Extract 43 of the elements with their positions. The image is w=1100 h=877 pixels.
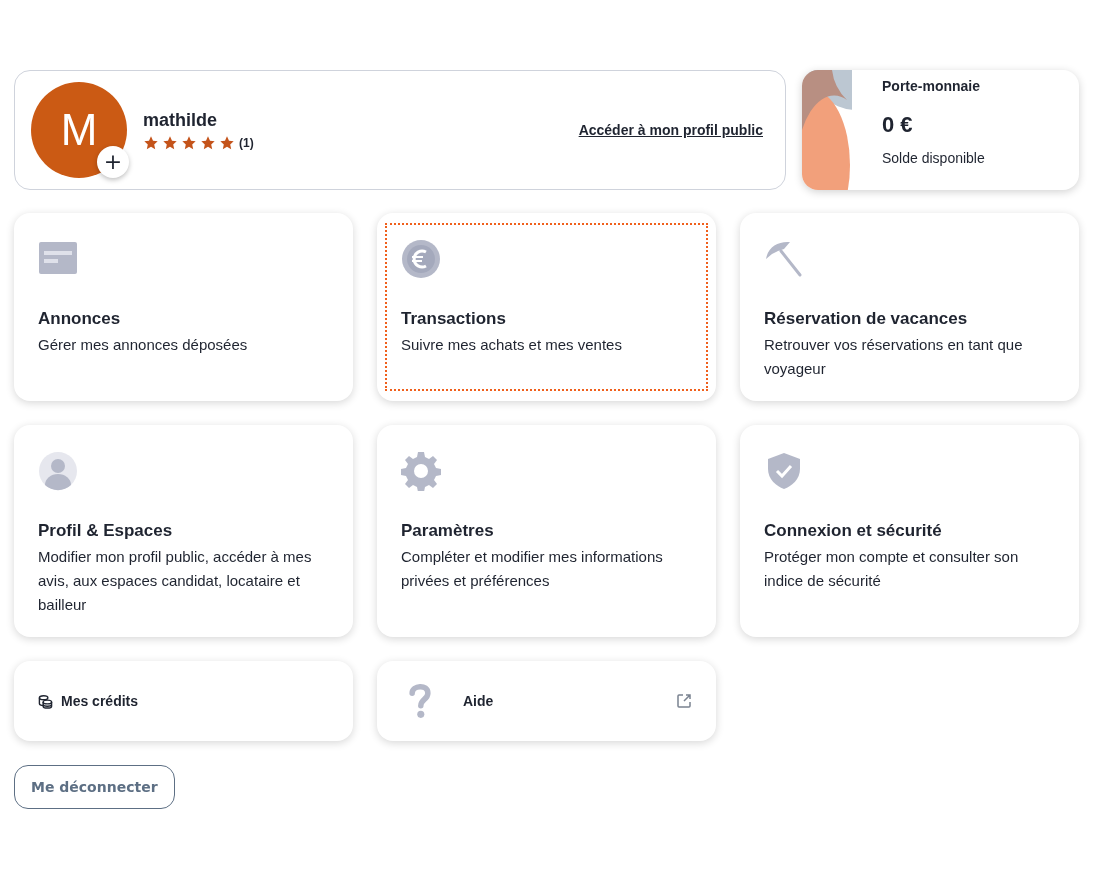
wallet-decoration-icon bbox=[802, 70, 852, 190]
card-title: Connexion et sécurité bbox=[764, 521, 943, 541]
card-description: Compléter et modifier mes informations privées et préférences bbox=[401, 547, 664, 591]
rating-count: (1) bbox=[239, 135, 254, 150]
star-icon bbox=[219, 134, 235, 151]
question-mark-icon bbox=[409, 681, 431, 721]
menu-card[interactable]: Paramètres Compléter et modifier mes informations privées et préférences bbox=[377, 425, 716, 637]
card-description: Suivre mes achats et mes ventes bbox=[401, 335, 623, 355]
public-profile-link[interactable]: Accéder à mon profil public bbox=[578, 122, 763, 138]
card-title: Annonces bbox=[38, 309, 122, 329]
menu-card[interactable]: Réservation de vacances Retrouver vos réservations en tant que voyageur bbox=[740, 213, 1079, 401]
user-name: mathilde bbox=[143, 109, 218, 131]
star-icon bbox=[162, 134, 178, 151]
logout-button[interactable]: Me déconnecter bbox=[14, 765, 175, 809]
card-title: Transactions bbox=[401, 309, 507, 329]
wallet-caption: Solde disponible bbox=[882, 150, 985, 166]
menu-card[interactable]: Transactions Suivre mes achats et mes ventes bbox=[377, 213, 716, 401]
coins-icon bbox=[38, 693, 53, 709]
add-photo-button[interactable]: + bbox=[97, 146, 129, 178]
card-title: Mes crédits bbox=[61, 693, 139, 709]
user-icon bbox=[38, 451, 78, 491]
star-icon bbox=[181, 134, 197, 151]
wallet-balance: 0 € bbox=[882, 112, 914, 138]
menu-card[interactable]: Connexion et sécurité Protéger mon compte et consulter son indice de sécurité bbox=[740, 425, 1079, 637]
card-description: Modifier mon profil public, accéder à mes avis, aux espaces candidat, locataire et bailleur bbox=[38, 547, 313, 615]
menu-card[interactable]: Mes crédits bbox=[14, 661, 353, 741]
star-icon bbox=[143, 134, 159, 151]
star-icon bbox=[200, 134, 216, 151]
card-title: Réservation de vacances bbox=[764, 309, 969, 329]
card-description: Gérer mes annonces déposées bbox=[38, 335, 249, 355]
menu-card[interactable]: Annonces Gérer mes annonces déposées bbox=[14, 213, 353, 401]
euro-coin-icon bbox=[401, 239, 441, 279]
card-description: Protéger mon compte et consulter son indice de sécurité bbox=[764, 547, 1020, 591]
gear-icon bbox=[401, 451, 441, 491]
card-title: Aide bbox=[463, 693, 494, 709]
menu-card[interactable]: Aide bbox=[377, 661, 716, 741]
card-description: Retrouver vos réservations en tant que voyageur bbox=[764, 335, 1024, 379]
card-title: Paramètres bbox=[401, 521, 495, 541]
avatar: M + bbox=[31, 82, 127, 178]
wallet-card[interactable]: Porte-monnaie 0 € Solde disponible bbox=[802, 70, 1079, 190]
wallet-title: Porte-monnaie bbox=[882, 78, 981, 94]
card-title: Profil & Espaces bbox=[38, 521, 174, 541]
menu-card[interactable]: Profil & Espaces Modifier mon profil public, accéder à mes avis, aux espaces candidat, locataire et bailleur bbox=[14, 425, 353, 637]
